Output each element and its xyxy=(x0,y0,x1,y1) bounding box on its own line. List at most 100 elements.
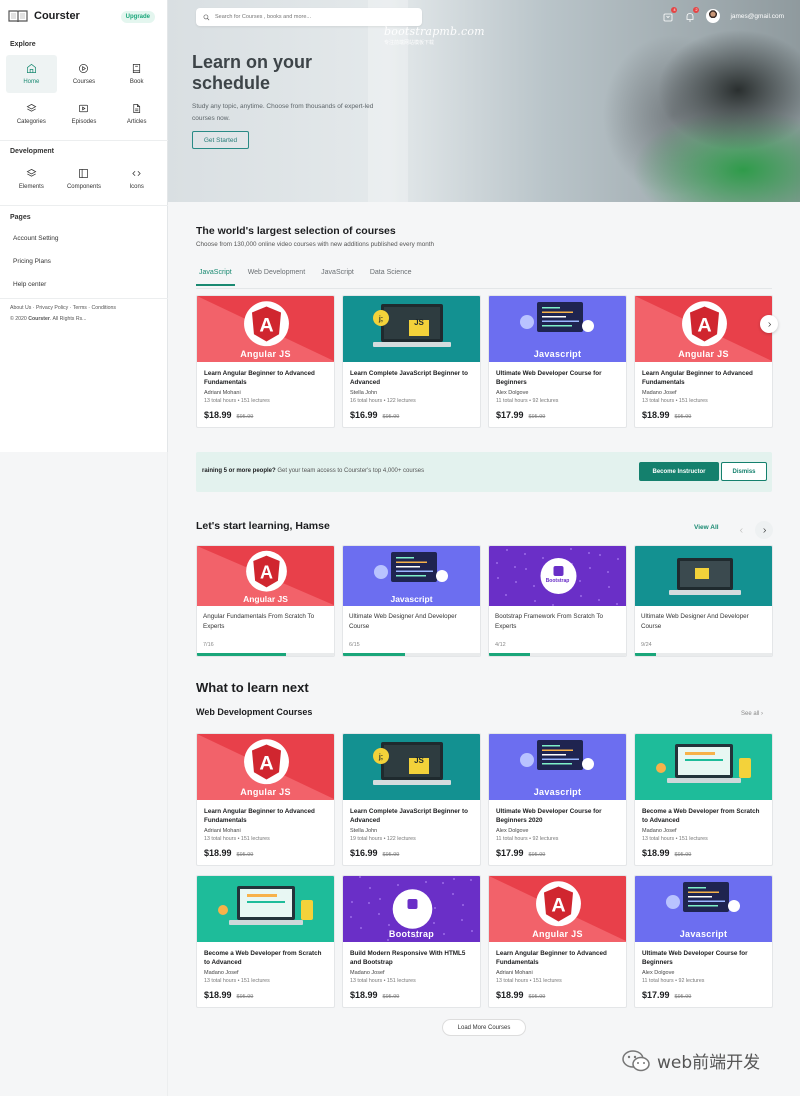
course-title[interactable]: Learn Angular Beginner to Advanced Funda… xyxy=(496,949,619,967)
course-title[interactable]: Ultimate Web Developer Course for Beginn… xyxy=(496,807,619,825)
course-thumbnail[interactable]: Bootstrap xyxy=(343,876,480,942)
course-thumbnail[interactable]: A Angular JS xyxy=(197,296,334,362)
course-thumbnail[interactable]: j; JS xyxy=(343,296,480,362)
user-email[interactable]: james@gmail.com xyxy=(730,13,784,20)
next-grid-row-2: Become a Web Developer from Scratch to A… xyxy=(196,875,773,1008)
tab-javascript-2[interactable]: JavaScript xyxy=(318,269,357,286)
dismiss-button[interactable]: Dismiss xyxy=(721,462,767,481)
course-thumbnail[interactable]: j; JS xyxy=(343,734,480,800)
sidebar-item-elements[interactable]: Elements xyxy=(6,160,57,198)
course-thumbnail[interactable] xyxy=(635,546,772,606)
course-author[interactable]: Madano Josef xyxy=(642,390,765,396)
course-thumbnail[interactable]: Javascript xyxy=(343,546,480,606)
course-title[interactable]: Learn Angular Beginner to Advanced Funda… xyxy=(204,369,327,387)
sidebar-item-courses[interactable]: Courses xyxy=(59,55,110,93)
course-card[interactable]: Bootstrap Build Modern Responsive With HT… xyxy=(342,875,481,1008)
course-title[interactable]: Learn Complete JavaScript Beginner to Ad… xyxy=(350,807,473,825)
course-author[interactable]: Adriani Mohani xyxy=(204,828,327,834)
course-thumbnail[interactable]: A Angular JS xyxy=(197,734,334,800)
bell-badge: 2 xyxy=(693,7,700,13)
course-card[interactable]: Javascript Ultimate Web Developer Course … xyxy=(634,875,773,1008)
search-bar[interactable] xyxy=(196,8,422,26)
course-thumbnail[interactable]: Javascript xyxy=(489,734,626,800)
course-card[interactable]: A Angular JS Learn Angular Beginner to Adv… xyxy=(488,875,627,1008)
course-title[interactable]: Ultimate Web Developer Course for Beginn… xyxy=(642,949,765,967)
course-title[interactable]: Learn Angular Beginner to Advanced Funda… xyxy=(642,369,765,387)
become-instructor-button[interactable]: Become Instructor xyxy=(639,462,719,481)
course-author[interactable]: Madano Josef xyxy=(204,970,327,976)
sidebar-item-articles[interactable]: Articles xyxy=(111,95,162,133)
course-title[interactable]: Learn Angular Beginner to Advanced Funda… xyxy=(204,807,327,825)
course-thumbnail[interactable]: Javascript xyxy=(489,296,626,362)
sidebar-link-account-setting[interactable]: Account Setting xyxy=(13,235,59,242)
course-author[interactable]: Adriani Mohani xyxy=(496,970,619,976)
progress-card[interactable]: Ultimate Web Designer And Developer Cour… xyxy=(634,545,773,657)
sidebar-item-icons[interactable]: Icons xyxy=(111,160,162,198)
load-more-button[interactable]: Load More Courses xyxy=(442,1019,526,1036)
course-thumbnail[interactable] xyxy=(635,734,772,800)
upgrade-badge[interactable]: Upgrade xyxy=(120,11,155,23)
learning-next-button[interactable] xyxy=(755,521,773,539)
course-title[interactable]: Ultimate Web Designer And Developer Cour… xyxy=(349,612,474,632)
course-title[interactable]: Become a Web Developer from Scratch to A… xyxy=(204,949,327,967)
course-author[interactable]: Alex Dolgove xyxy=(496,828,619,834)
sidebar-item-categories[interactable]: Categories xyxy=(6,95,57,133)
course-author[interactable]: Alex Dolgove xyxy=(496,390,619,396)
tab-data-science[interactable]: Data Science xyxy=(367,269,415,286)
course-title[interactable]: Angular Fundamentals From Scratch To Exp… xyxy=(203,612,328,632)
cart-button[interactable]: 4 xyxy=(662,7,678,22)
see-all-link[interactable]: See all › xyxy=(741,711,763,717)
progress-bar xyxy=(343,653,480,656)
course-card[interactable]: j; JS Learn Complete JavaScript Beginner t… xyxy=(342,733,481,866)
course-author[interactable]: Adriani Mohani xyxy=(204,390,327,396)
get-started-button[interactable]: Get Started xyxy=(192,131,249,149)
course-card[interactable]: A Angular JS Learn Angular Beginner to Adv… xyxy=(196,733,335,866)
footer-links[interactable]: About Us · Privacy Policy · Terms · Cond… xyxy=(10,305,116,311)
course-card[interactable]: j; JS Learn Complete JavaScript Beginner t… xyxy=(342,295,481,428)
course-title[interactable]: Bootstrap Framework From Scratch To Expe… xyxy=(495,612,620,632)
carousel-next-button[interactable] xyxy=(760,315,778,333)
course-card[interactable]: A Angular JS Learn Angular Beginner to Adv… xyxy=(634,295,773,428)
view-all-link[interactable]: View All xyxy=(694,524,719,531)
brand[interactable]: Courster xyxy=(8,8,80,24)
course-author[interactable]: Alex Dolgove xyxy=(642,970,765,976)
course-thumbnail[interactable]: A Angular JS xyxy=(197,546,334,606)
course-card[interactable]: Become a Web Developer from Scratch to A… xyxy=(196,875,335,1008)
sidebar-item-episodes[interactable]: Episodes xyxy=(59,95,110,133)
course-thumbnail[interactable]: A Angular JS xyxy=(489,876,626,942)
course-card[interactable]: Become a Web Developer from Scratch to A… xyxy=(634,733,773,866)
notifications-button[interactable]: 2 xyxy=(684,7,700,22)
course-title[interactable]: Ultimate Web Designer And Developer Cour… xyxy=(641,612,766,632)
course-author[interactable]: Stella John xyxy=(350,390,473,396)
course-card[interactable]: A Angular JS Learn Angular Beginner to Adv… xyxy=(196,295,335,428)
course-thumbnail[interactable] xyxy=(197,876,334,942)
course-title[interactable]: Ultimate Web Developer Course for Beginn… xyxy=(496,369,619,387)
course-thumbnail[interactable]: Bootstrap xyxy=(489,546,626,606)
course-thumbnail[interactable]: A Angular JS xyxy=(635,296,772,362)
progress-card[interactable]: A Angular JS Angular Fundamentals From Scr… xyxy=(196,545,335,657)
course-title[interactable]: Become a Web Developer from Scratch to A… xyxy=(642,807,765,825)
course-title[interactable]: Build Modern Responsive With HTML5 and B… xyxy=(350,949,473,967)
sidebar-item-home[interactable]: Home xyxy=(6,55,57,93)
sidebar-item-book[interactable]: Book xyxy=(111,55,162,93)
search-input[interactable] xyxy=(215,14,395,20)
course-author[interactable]: Madano Josef xyxy=(350,970,473,976)
page: Courster Upgrade Explore Home Courses Bo… xyxy=(0,0,800,1096)
tab-web-development[interactable]: Web Development xyxy=(245,269,308,286)
avatar[interactable] xyxy=(706,9,721,23)
progress-card[interactable]: Javascript Ultimate Web Designer And Deve… xyxy=(342,545,481,657)
wechat-watermark: web前端开发 xyxy=(621,1048,760,1073)
course-author[interactable]: Stella John xyxy=(350,828,473,834)
course-card[interactable]: Javascript Ultimate Web Developer Course … xyxy=(488,295,627,428)
course-title[interactable]: Learn Complete JavaScript Beginner to Ad… xyxy=(350,369,473,387)
course-author[interactable]: Madano Josef xyxy=(642,828,765,834)
sidebar-link-pricing-plans[interactable]: Pricing Plans xyxy=(13,258,51,265)
progress-card[interactable]: Bootstrap Bootstrap Framework From Scratc… xyxy=(488,545,627,657)
course-card[interactable]: Javascript Ultimate Web Developer Course … xyxy=(488,733,627,866)
course-thumbnail[interactable]: Javascript xyxy=(635,876,772,942)
learning-prev-button[interactable] xyxy=(732,521,750,539)
sidebar-item-components[interactable]: Components xyxy=(59,160,110,198)
tab-javascript[interactable]: JavaScript xyxy=(196,269,235,286)
cart-badge: 4 xyxy=(671,7,678,13)
sidebar-link-help-center[interactable]: Help center xyxy=(13,281,46,288)
